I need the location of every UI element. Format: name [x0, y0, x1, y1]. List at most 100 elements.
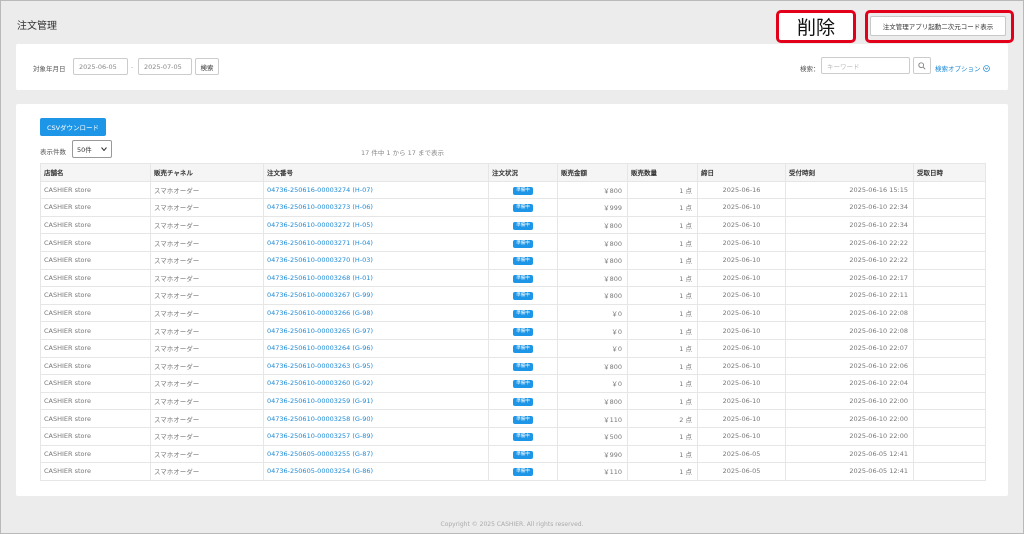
col-header-store[interactable]: 店舗名: [40, 163, 151, 182]
cell-channel: スマホオーダー: [150, 321, 264, 340]
cell-pickup-time: [913, 303, 986, 323]
cell-channel: スマホオーダー: [150, 215, 264, 235]
col-header-pickup-time[interactable]: 受取日時: [913, 163, 986, 182]
cell-close-date: 2025-06-10: [697, 391, 786, 411]
cell-pickup-time: [913, 374, 986, 393]
cell-amount: ￥0: [557, 338, 628, 358]
status-badge: 準備中: [513, 398, 533, 407]
table-row: CASHIER store スマホオーダー 04736-250610-0000326…: [40, 321, 986, 340]
cell-order-number[interactable]: 04736-250610-00003265 (G-97): [263, 321, 489, 340]
cell-amount: ￥800: [557, 286, 628, 305]
cell-order-number[interactable]: 04736-250610-00003266 (G-98): [263, 303, 489, 323]
cell-amount: ￥800: [557, 250, 628, 270]
cell-quantity: 1 点: [627, 391, 698, 411]
cell-status: 準備中: [488, 233, 558, 252]
cell-quantity: 1 点: [627, 321, 698, 340]
col-header-amount[interactable]: 販売金額: [557, 163, 628, 182]
cell-order-number[interactable]: 04736-250610-00003264 (G-96): [263, 338, 489, 358]
cell-order-number[interactable]: 04736-250605-00003254 (G-86): [263, 462, 489, 481]
status-badge: 準備中: [513, 345, 533, 354]
cell-amount: ￥0: [557, 321, 628, 340]
cell-close-date: 2025-06-10: [697, 409, 786, 428]
cell-store: CASHIER store: [40, 303, 151, 323]
cell-channel: スマホオーダー: [150, 268, 264, 288]
cell-order-number[interactable]: 04736-250610-00003271 (H-04): [263, 233, 489, 252]
page-title: 注文管理: [17, 21, 57, 32]
cell-close-date: 2025-06-10: [697, 215, 786, 235]
cell-order-number[interactable]: 04736-250610-00003257 (G-89): [263, 426, 489, 446]
footer-copyright: Copyright © 2025 CASHIER. All rights res…: [440, 521, 584, 528]
cell-channel: スマホオーダー: [150, 444, 264, 464]
cell-order-number[interactable]: 04736-250610-00003272 (H-05): [263, 215, 489, 235]
cell-store: CASHIER store: [40, 444, 151, 464]
col-header-close-date[interactable]: 締日: [697, 163, 786, 182]
delete-annotation: 削除: [776, 10, 856, 43]
cell-order-number[interactable]: 04736-250605-00003255 (G-87): [263, 444, 489, 464]
cell-received-time: 2025-06-10 22:22: [785, 250, 914, 270]
cell-received-time: 2025-06-10 22:06: [785, 356, 914, 376]
cell-status: 準備中: [488, 338, 558, 358]
cell-amount: ￥500: [557, 426, 628, 446]
cell-amount: ￥800: [557, 233, 628, 252]
qr-code-button[interactable]: 注文管理アプリ起動二次元コード表示: [870, 16, 1006, 36]
cell-amount: ￥0: [557, 374, 628, 393]
cell-store: CASHIER store: [40, 215, 151, 235]
cell-store: CASHIER store: [40, 426, 151, 446]
cell-order-number[interactable]: 04736-250610-00003273 (H-06): [263, 198, 489, 217]
csv-download-button[interactable]: CSVダウンロード: [40, 118, 106, 136]
cell-order-number[interactable]: 04736-250610-00003258 (G-90): [263, 409, 489, 428]
cell-order-number[interactable]: 04736-250610-00003260 (G-92): [263, 374, 489, 393]
cell-channel: スマホオーダー: [150, 286, 264, 305]
search-icon-button[interactable]: [913, 57, 931, 74]
cell-store: CASHIER store: [40, 356, 151, 376]
cell-pickup-time: [913, 356, 986, 376]
cell-amount: ￥800: [557, 391, 628, 411]
table-row: CASHIER store スマホオーダー 04736-250610-0000326…: [40, 338, 986, 358]
cell-quantity: 2 点: [627, 409, 698, 428]
status-badge: 準備中: [513, 186, 533, 195]
col-header-channel[interactable]: 販売チャネル: [150, 163, 264, 182]
date-from-input[interactable]: 2025-06-05: [73, 58, 128, 75]
status-badge: 準備中: [513, 380, 533, 389]
table-row: CASHIER store スマホオーダー 04736-250605-0000325…: [40, 462, 986, 481]
cell-order-number[interactable]: 04736-250610-00003263 (G-95): [263, 356, 489, 376]
cell-pickup-time: [913, 391, 986, 411]
col-header-order-number[interactable]: 注文番号: [263, 163, 489, 182]
cell-order-number[interactable]: 04736-250610-00003267 (G-99): [263, 286, 489, 305]
cell-amount: ￥800: [557, 215, 628, 235]
status-badge: 準備中: [513, 362, 533, 371]
search-button[interactable]: 検索: [195, 58, 219, 75]
cell-store: CASHIER store: [40, 462, 151, 481]
cell-store: CASHIER store: [40, 268, 151, 288]
per-page-select[interactable]: 50件: [72, 140, 112, 158]
cell-store: CASHIER store: [40, 198, 151, 217]
col-header-quantity[interactable]: 販売数量: [627, 163, 698, 182]
col-header-status[interactable]: 注文状況: [488, 163, 558, 182]
cell-channel: スマホオーダー: [150, 391, 264, 411]
cell-store: CASHIER store: [40, 338, 151, 358]
cell-close-date: 2025-06-10: [697, 374, 786, 393]
cell-quantity: 1 点: [627, 286, 698, 305]
cell-received-time: 2025-06-10 22:00: [785, 391, 914, 411]
cell-channel: スマホオーダー: [150, 356, 264, 376]
date-separator: -: [131, 63, 134, 71]
cell-received-time: 2025-06-10 22:34: [785, 215, 914, 235]
cell-channel: スマホオーダー: [150, 233, 264, 252]
cell-order-number[interactable]: 04736-250610-00003268 (H-01): [263, 268, 489, 288]
cell-received-time: 2025-06-10 22:04: [785, 374, 914, 393]
cell-store: CASHIER store: [40, 409, 151, 428]
cell-close-date: 2025-06-10: [697, 426, 786, 446]
status-badge: 準備中: [513, 327, 533, 336]
cell-order-number[interactable]: 04736-250610-00003259 (G-91): [263, 391, 489, 411]
search-options-link[interactable]: 検索オプション: [935, 63, 990, 73]
per-page-label: 表示件数: [40, 148, 66, 156]
col-header-received-time[interactable]: 受付時刻: [785, 163, 914, 182]
date-to-input[interactable]: 2025-07-05: [138, 58, 192, 75]
cell-store: CASHIER store: [40, 233, 151, 252]
cell-order-number[interactable]: 04736-250616-00003274 (H-07): [263, 180, 489, 200]
cell-pickup-time: [913, 338, 986, 358]
cell-store: CASHIER store: [40, 374, 151, 393]
keyword-input[interactable]: キーワード: [821, 57, 910, 74]
cell-order-number[interactable]: 04736-250610-00003270 (H-03): [263, 250, 489, 270]
cell-status: 準備中: [488, 409, 558, 428]
